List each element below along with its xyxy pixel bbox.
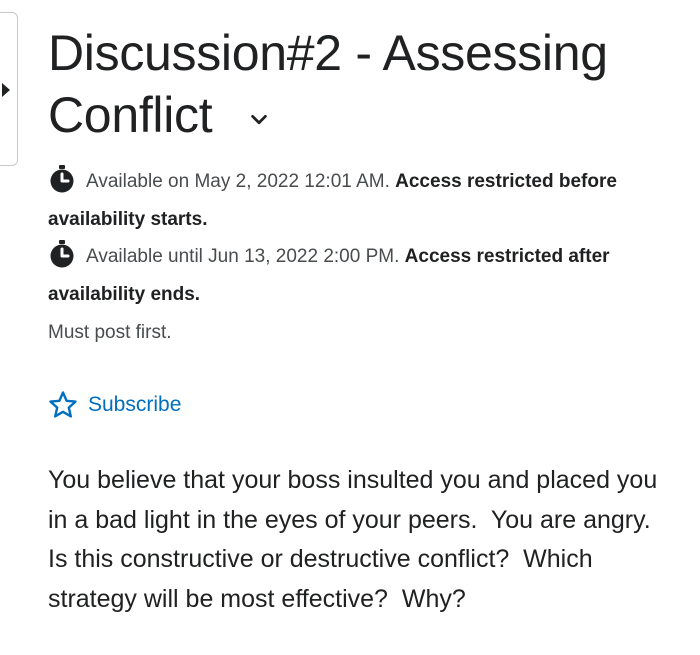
page-title: Discussion#2 - Assessing Conflict bbox=[48, 22, 678, 146]
clock-icon bbox=[50, 165, 74, 193]
topic-header: Discussion#2 - Assessing Conflict bbox=[48, 22, 678, 146]
availability-start-text: Available on May 2, 2022 12:01 AM. bbox=[86, 171, 390, 192]
subscribe-button[interactable]: Subscribe bbox=[48, 390, 181, 420]
title-line-2: Conflict bbox=[48, 87, 213, 143]
availability-end-text: Available until Jun 13, 2022 2:00 PM. bbox=[86, 246, 400, 267]
star-outline-icon bbox=[49, 391, 77, 418]
subscribe-label: Subscribe bbox=[88, 393, 182, 416]
must-post-notice: Must post first. bbox=[48, 322, 172, 343]
side-panel-toggle[interactable] bbox=[0, 12, 18, 166]
topic-description: You believe that your boss insulted you … bbox=[48, 466, 665, 613]
chevron-down-icon[interactable] bbox=[248, 109, 270, 131]
title-line-1: Discussion#2 - Assessing bbox=[48, 25, 608, 81]
availability-end: Available until Jun 13, 2022 2:00 PM. Ac… bbox=[48, 238, 668, 314]
availability-start: Available on May 2, 2022 12:01 AM. Acces… bbox=[48, 163, 668, 239]
clock-icon bbox=[50, 240, 74, 268]
caret-right-icon bbox=[2, 83, 10, 97]
